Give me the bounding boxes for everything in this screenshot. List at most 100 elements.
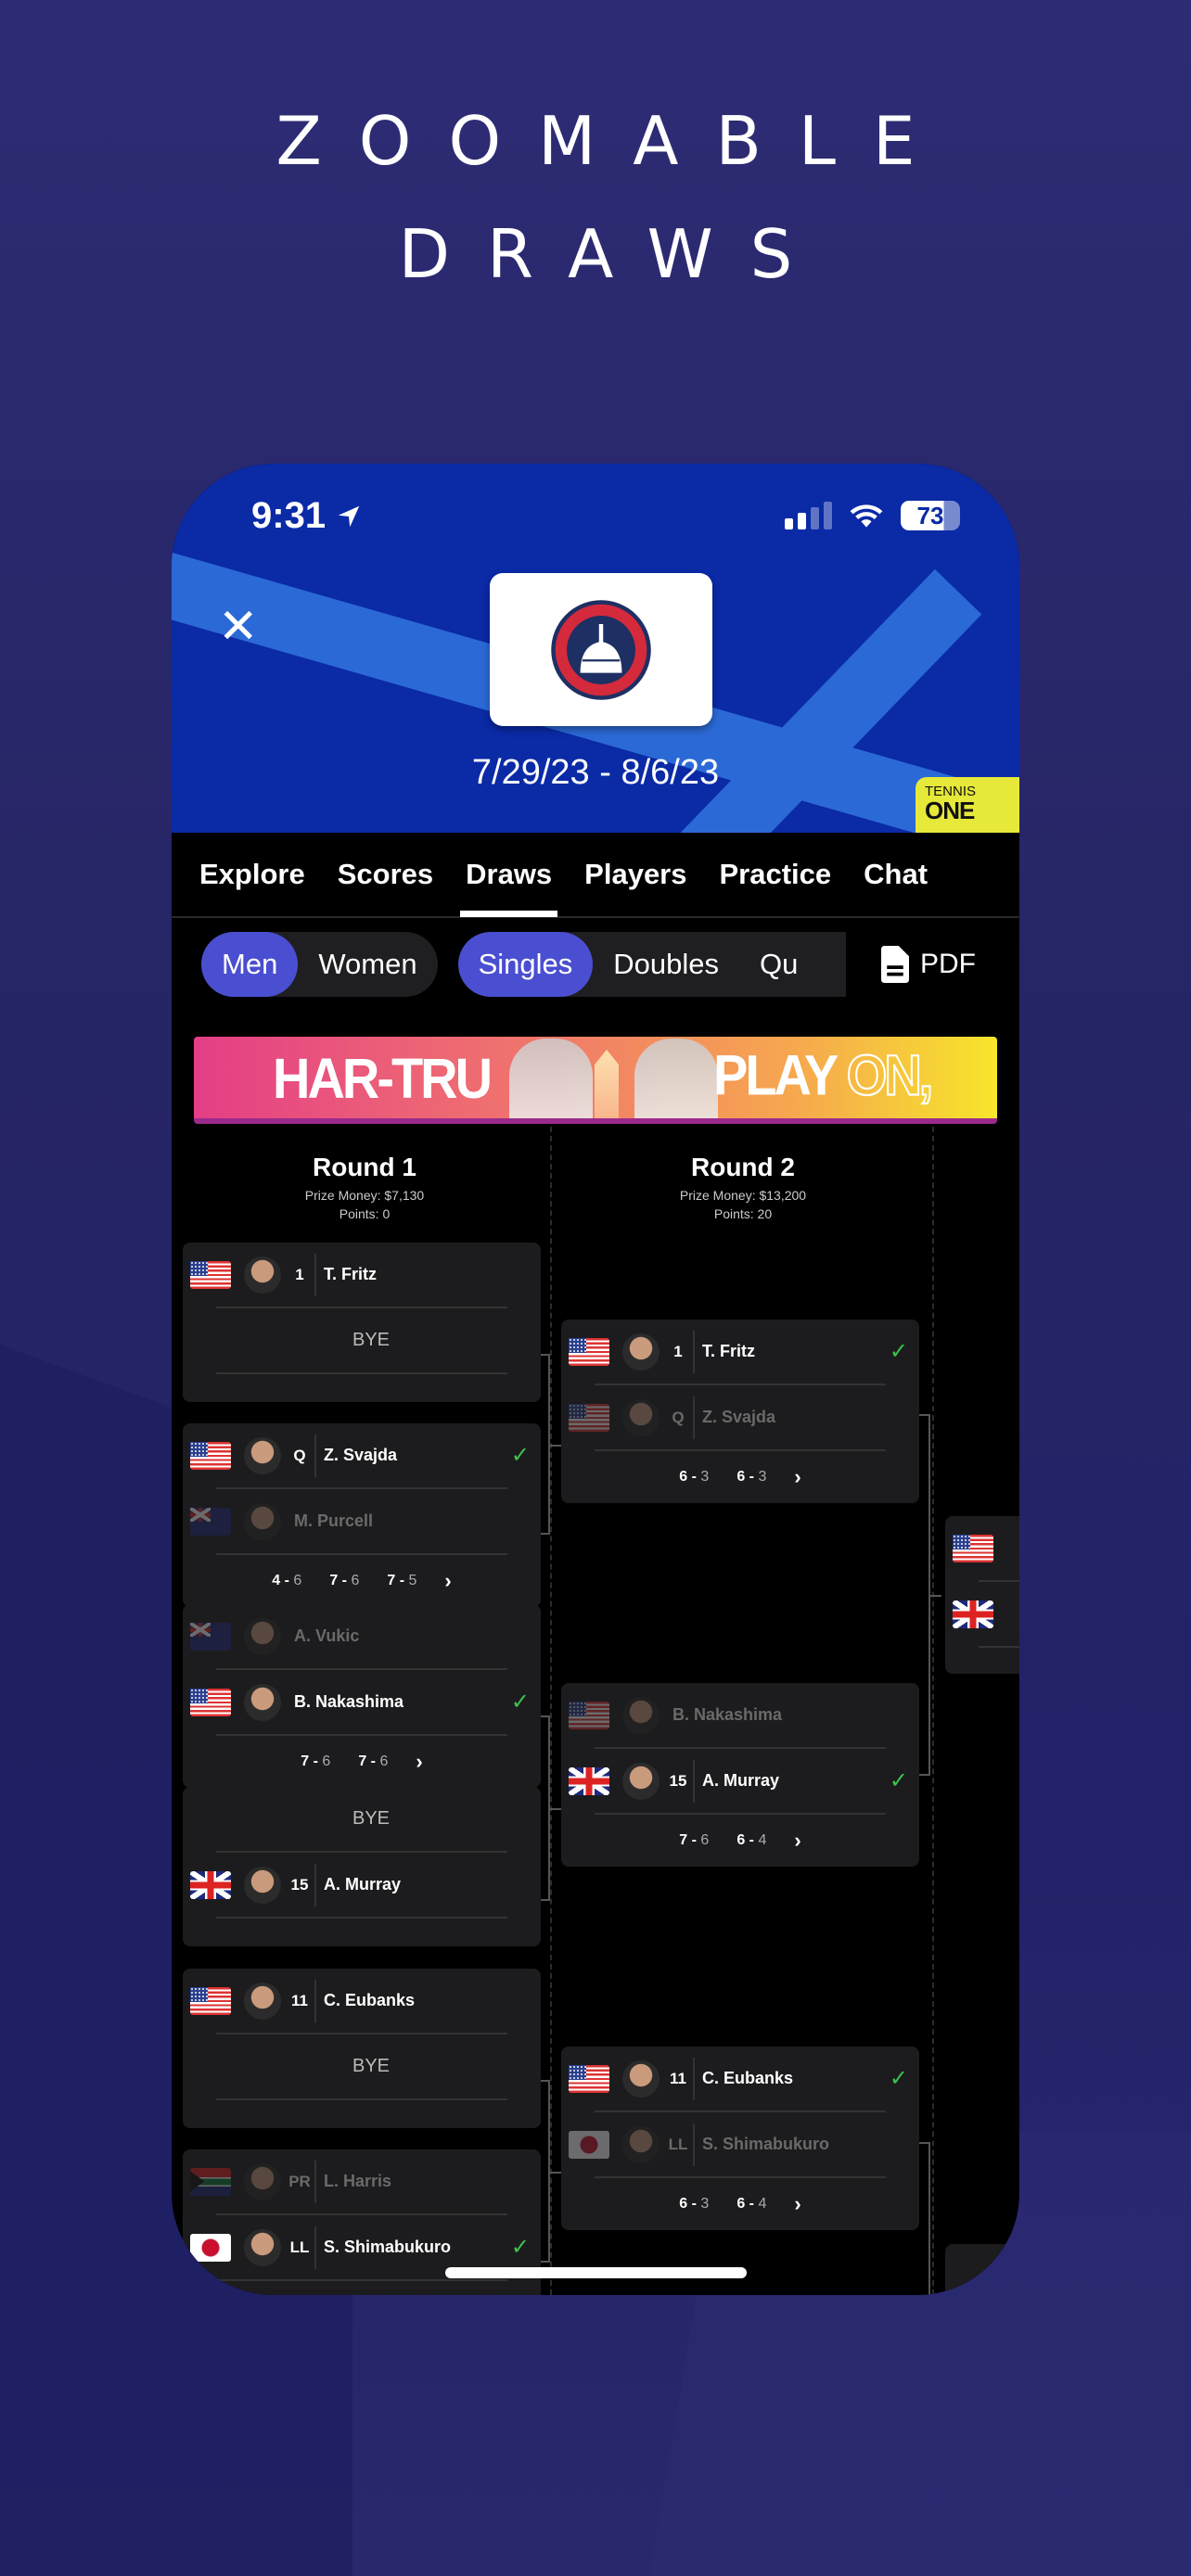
set-loser-games: 5 (408, 1573, 417, 1588)
player-row[interactable]: LL S. Shimabukuro (561, 2112, 919, 2176)
round-header: Round 2 Prize Money: $13,200 Points: 20 (576, 1127, 910, 1221)
home-indicator[interactable] (445, 2267, 747, 2278)
gender-men-option[interactable]: Men (201, 932, 299, 997)
pdf-button[interactable]: PDF (881, 932, 976, 997)
match-card[interactable]: 11 C. Eubanks BYE (183, 1969, 541, 2128)
banner-slogan-bold: PLAY (713, 1042, 838, 1107)
seed-divider (693, 2058, 695, 2100)
bracket-connector (930, 1595, 941, 1597)
gender-women-option[interactable]: Women (298, 932, 437, 997)
banner-monument (595, 1050, 619, 1118)
player-avatar (244, 1436, 281, 1474)
bracket-connector (541, 1715, 550, 1901)
set-loser-games: 6 (293, 1573, 302, 1588)
card-spacer (183, 2281, 541, 2295)
player-row[interactable]: B. Nakashima ✓ (183, 1670, 541, 1734)
player-name: C. Eubanks (702, 2069, 794, 2087)
tab-scores[interactable]: Scores (338, 832, 433, 917)
player-row[interactable]: 11 C. Eubanks ✓ (561, 2047, 919, 2111)
match-score[interactable]: 7 - 6 6 - 4 › (561, 1815, 919, 1867)
event-doubles-option[interactable]: Doubles (593, 932, 739, 997)
bye-label: BYE (352, 2056, 391, 2076)
tab-chat[interactable]: Chat (864, 832, 928, 917)
row-divider (979, 1646, 1019, 1648)
event-singles-option[interactable]: Singles (457, 932, 594, 997)
time-text: 9:31 (251, 495, 327, 536)
set-loser-games: 6 (322, 1753, 331, 1769)
column-divider (932, 1127, 934, 2295)
match-score[interactable]: 4 - 6 7 - 6 7 - 5 › (183, 1555, 541, 1607)
match-score[interactable]: 7 - 6 7 - 6 › (183, 1736, 541, 1788)
set-score: 6 - 4 (736, 2196, 767, 2212)
event-toggle: Singles Doubles Qu (457, 932, 846, 997)
player-row[interactable]: 15 A. Murray (183, 1853, 541, 1917)
round-points: Points: 0 (339, 1206, 391, 1221)
chevron-right-icon: › (794, 1829, 801, 1852)
set-loser-games: 6 (379, 1753, 389, 1769)
match-card[interactable]: BYE 15 A. Murray (183, 1787, 541, 1946)
player-row[interactable]: 1 T. Fritz (183, 1243, 541, 1307)
set-loser-games: 6 (700, 1832, 710, 1848)
player-row[interactable]: Q Z. Svajda ✓ (183, 1423, 541, 1487)
flag-us-icon (569, 1337, 609, 1366)
flag-gb-icon (569, 1766, 609, 1795)
player-avatar (244, 1256, 281, 1294)
battery-indicator: 73 (901, 501, 960, 530)
player-row[interactable]: M. Purcell (183, 1489, 541, 1553)
player-name: C. Eubanks (324, 1991, 416, 2009)
sponsor-banner[interactable]: HAR-TRU PLAY ON, DC (194, 1037, 997, 1124)
tab-explore[interactable]: Explore (199, 832, 305, 917)
bye-row: BYE (183, 1787, 541, 1851)
flag-au-icon (190, 1507, 231, 1536)
player-avatar (622, 1762, 660, 1800)
draw-bracket[interactable]: Round 1 Prize Money: $7,130 Points: 0 Ro… (172, 1127, 1019, 2295)
player-name: L. Harris (324, 2172, 392, 2190)
flag-us-icon (953, 1534, 993, 1562)
match-card[interactable]: 1 T. Fritz BYE (183, 1243, 541, 1402)
set-score: 7 - 6 (301, 1753, 331, 1769)
match-score[interactable]: 6 - 3 6 - 4 › (561, 2178, 919, 2230)
tab-draws[interactable]: Draws (460, 832, 558, 917)
match-card[interactable]: B. Nakashima 15 A. Murray ✓ 7 - 6 6 - 4 › (561, 1683, 919, 1867)
checkmark-icon: ✓ (510, 2235, 530, 2260)
bracket-connector (919, 1414, 930, 1776)
tournament-header: 9:31 73 ✕ 7/29/23 - 8/6/23 TENNIS ONE (172, 464, 1019, 833)
chevron-right-icon: › (794, 1465, 801, 1488)
seed-divider (314, 2161, 316, 2203)
player-row[interactable]: PR L. Harris (183, 2149, 541, 2213)
set-score: 6 - 3 (679, 2196, 710, 2212)
flag-us-icon (190, 1260, 231, 1289)
player-row[interactable]: A. Vukic (183, 1604, 541, 1668)
checkmark-icon: ✓ (889, 1339, 908, 1364)
set-loser-games: 3 (700, 1469, 710, 1485)
player-row[interactable] (945, 1582, 1019, 1646)
close-button[interactable]: ✕ (218, 603, 259, 651)
player-row[interactable]: B. Nakashima (561, 1683, 919, 1747)
tab-players[interactable]: Players (584, 832, 686, 917)
tab-practice[interactable]: Practice (720, 832, 832, 917)
player-row[interactable]: 15 A. Murray ✓ (561, 1749, 919, 1813)
bracket-connector (550, 1444, 561, 1447)
player-name: A. Murray (702, 1771, 780, 1790)
chevron-right-icon: › (444, 1569, 452, 1592)
match-card[interactable] (945, 2244, 1019, 2295)
player-row[interactable]: 11 C. Eubanks (183, 1969, 541, 2033)
player-row[interactable]: 1 T. Fritz ✓ (561, 1320, 919, 1384)
player-row[interactable]: Q Z. Svajda (561, 1385, 919, 1449)
match-card[interactable]: 11 C. Eubanks ✓ LL S. Shimabukuro 6 - 3 6 - 4 › (561, 2047, 919, 2230)
match-card[interactable]: A. Vukic B. Nakashima ✓ 7 - 6 7 - 6 › (183, 1604, 541, 1788)
flag-jp-icon (569, 2130, 609, 2159)
promo-subheadline: DRAWS (398, 215, 830, 293)
match-card[interactable]: 1 T. Fritz ✓ Q Z. Svajda 6 - 3 6 - 3 › (561, 1320, 919, 1503)
player-row[interactable] (945, 1516, 1019, 1580)
event-qualifying-option[interactable]: Qu (739, 932, 818, 997)
match-card[interactable] (945, 1516, 1019, 1674)
seed-label: 15 (290, 1875, 309, 1894)
match-score[interactable]: 6 - 3 6 - 3 › (561, 1451, 919, 1503)
match-card[interactable]: Q Z. Svajda ✓ M. Purcell 4 - 6 7 - 6 7 - 5 › (183, 1423, 541, 1607)
status-time: 9:31 (251, 495, 363, 537)
set-loser-games: 3 (758, 1469, 767, 1485)
bracket-connector (919, 2142, 930, 2295)
banner-player-image (509, 1039, 593, 1118)
bye-label: BYE (352, 1808, 391, 1829)
